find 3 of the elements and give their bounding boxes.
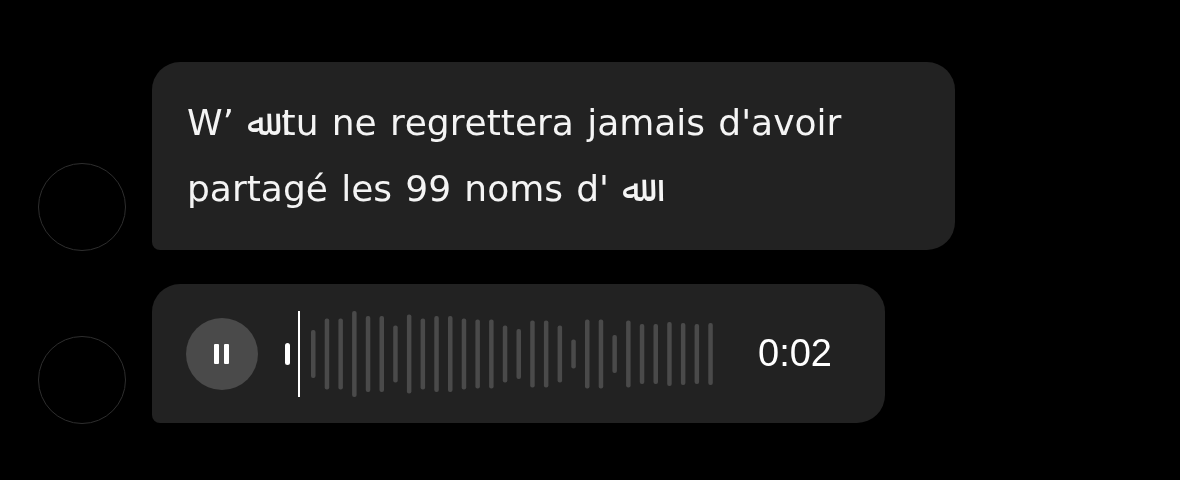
pause-icon	[212, 341, 232, 366]
message-text: W’ ﷲ tu ne regrettera jamais d'avoir partagé les 99 noms d' ﷲ.	[187, 101, 843, 211]
duration-text: 0:02	[758, 332, 832, 375]
